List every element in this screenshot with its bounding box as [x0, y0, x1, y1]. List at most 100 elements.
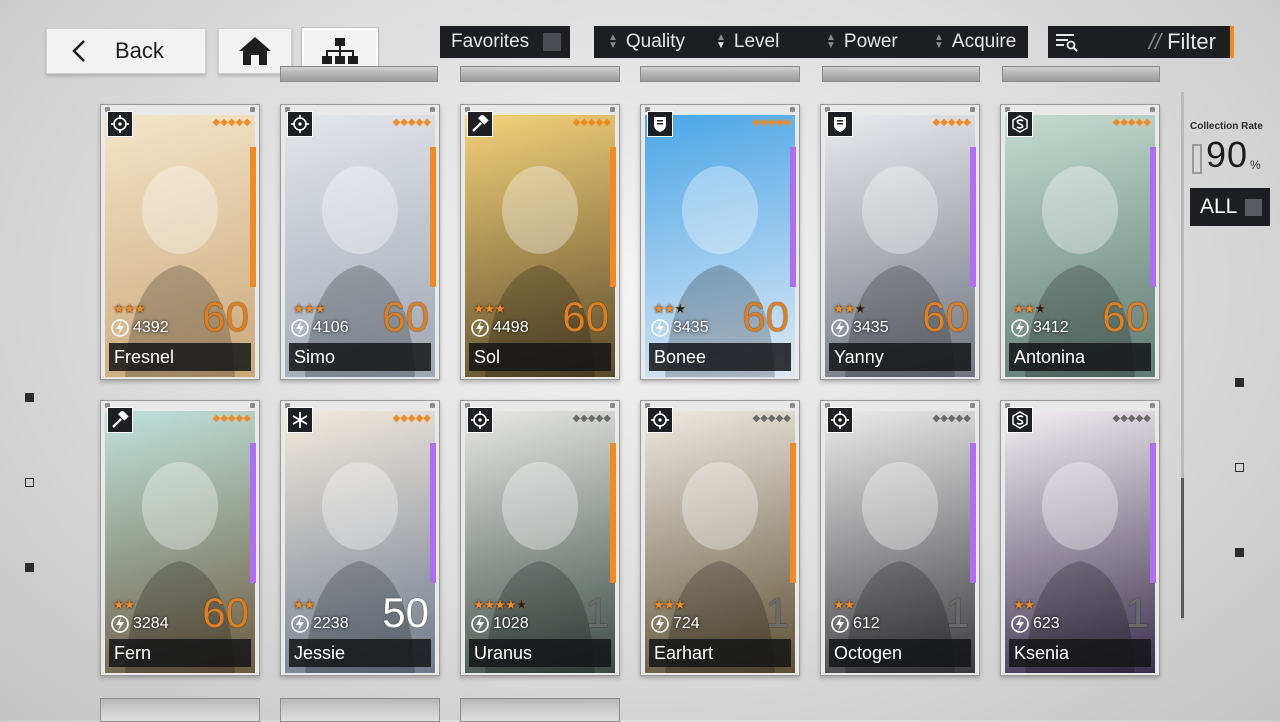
sort-power[interactable]: ▲ ▼ Power [826, 26, 898, 58]
sort-quality-label: Quality [625, 31, 686, 52]
filter-label: //Filter [1149, 29, 1216, 55]
awaken-diamonds-icon: ◆◆◆◆◆ [932, 413, 971, 424]
power-value: 623 [1033, 615, 1060, 632]
level-value: 1 [585, 589, 609, 636]
power-bolt-icon [1011, 615, 1029, 633]
sort-acquire-label: Acquire [951, 31, 1017, 52]
awaken-diamonds-icon: ◆◆◆◆◆ [752, 117, 791, 128]
crosshair-icon [831, 411, 849, 429]
power-bolt-icon [111, 319, 129, 337]
page-indicator [25, 478, 34, 487]
sitemap-icon [322, 38, 358, 64]
level-value: 60 [742, 293, 789, 340]
card-rivet [250, 107, 255, 112]
card-rivet [970, 403, 975, 408]
filter-button[interactable]: //Filter [1048, 26, 1234, 58]
rarity-strip [970, 147, 976, 287]
favorites-label: Favorites [451, 31, 530, 52]
shield-icon [831, 115, 849, 133]
power-value: 724 [673, 615, 700, 632]
sort-level[interactable]: ▲ ▼ Level [716, 26, 779, 58]
class-badge [647, 111, 673, 137]
character-name: Ksenia [1009, 639, 1151, 667]
awaken-diamonds-icon: ◆◆◆◆◆ [212, 117, 251, 128]
star-rating: ★★★ [473, 301, 506, 316]
snowflake-icon [291, 411, 309, 429]
sort-level-label: Level [733, 31, 780, 52]
power-bolt-icon [831, 615, 849, 633]
character-name: Jessie [289, 639, 431, 667]
character-card-ksenia[interactable]: ◆◆◆◆◆ ★★ 623 1 Ksenia [1000, 400, 1160, 676]
rarity-strip [1150, 147, 1156, 287]
character-card-fresnel[interactable]: ◆◆◆◆◆ ★★★ 4392 60 Fresnel [100, 104, 260, 380]
character-card-antonina[interactable]: ◆◆◆◆◆ ★★★ 3412 60 Antonina [1000, 104, 1160, 380]
power-bolt-icon [291, 615, 309, 633]
favorites-toggle[interactable]: Favorites [440, 26, 570, 58]
power-value: 4106 [313, 319, 349, 336]
sort-acquire[interactable]: ▲ ▼ Acquire [934, 26, 1016, 58]
power-display: 3435 [651, 319, 709, 337]
page-indicator [25, 563, 34, 572]
star-rating: ★★★ [113, 301, 146, 316]
card-partial-bottom [460, 698, 620, 722]
star-rating: ★★ [113, 597, 135, 612]
collection-rate: 90 % [1192, 136, 1261, 174]
power-value: 3284 [133, 615, 169, 632]
character-card-earhart[interactable]: ◆◆◆◆◆ ★★★ 724 1 Earhart [640, 400, 800, 676]
awaken-diamonds-icon: ◆◆◆◆◆ [392, 117, 431, 128]
hammer-icon [471, 115, 489, 133]
rarity-strip [430, 147, 436, 287]
rarity-strip [970, 443, 976, 583]
collection-rate-label: Collection Rate [1190, 121, 1263, 132]
crosshair-icon [291, 115, 309, 133]
power-bolt-icon [111, 615, 129, 633]
character-card-sol[interactable]: ◆◆◆◆◆ ★★★ 4498 60 Sol [460, 104, 620, 380]
crosshair-icon [111, 115, 129, 133]
card-partial-top [460, 66, 620, 82]
class-badge [107, 407, 133, 433]
level-value: 1 [765, 589, 789, 636]
card-rivet [1150, 107, 1155, 112]
power-bolt-icon [831, 319, 849, 337]
star-rating: ★★★ [833, 301, 866, 316]
collection-rate-unit: % [1250, 158, 1261, 172]
character-card-fern[interactable]: ◆◆◆◆◆ ★★ 3284 60 Fern [100, 400, 260, 676]
star-rating: ★★ [293, 597, 315, 612]
rarity-strip [790, 147, 796, 287]
card-partial-bottom [280, 698, 440, 722]
collection-rate-value: 90 [1206, 134, 1249, 175]
collection-rate-placeholder-digit [1192, 144, 1202, 174]
scrollbar[interactable] [1181, 92, 1184, 620]
level-value: 50 [382, 589, 429, 636]
character-card-bonee[interactable]: ◆◆◆◆◆ ★★★ 3435 60 Bonee [640, 104, 800, 380]
all-checkbox[interactable] [1245, 199, 1262, 216]
card-rivet [250, 403, 255, 408]
level-value: 60 [382, 293, 429, 340]
character-name: Uranus [469, 639, 611, 667]
favorites-checkbox[interactable] [543, 33, 561, 51]
shield-icon [651, 115, 669, 133]
star-rating: ★★★ [293, 301, 326, 316]
character-card-jessie[interactable]: ◆◆◆◆◆ ★★ 2238 50 Jessie [280, 400, 440, 676]
sort-quality[interactable]: ▲ ▼ Quality [608, 26, 685, 58]
level-value: 60 [202, 589, 249, 636]
rarity-strip [430, 443, 436, 583]
chevron-left-icon [72, 40, 85, 62]
card-partial-bottom [100, 698, 260, 722]
card-rivet [790, 403, 795, 408]
character-card-uranus[interactable]: ◆◆◆◆◆ ★★★★★ 1028 1 Uranus [460, 400, 620, 676]
power-value: 4392 [133, 319, 169, 336]
character-card-yanny[interactable]: ◆◆◆◆◆ ★★★ 3435 60 Yanny [820, 104, 980, 380]
power-display: 4498 [471, 319, 529, 337]
character-card-simo[interactable]: ◆◆◆◆◆ ★★★ 4106 60 Simo [280, 104, 440, 380]
card-partial-top [640, 66, 800, 82]
sort-power-label: Power [843, 31, 898, 52]
back-button[interactable]: Back [46, 28, 206, 74]
all-toggle[interactable]: ALL [1190, 188, 1270, 226]
scrollbar-thumb[interactable] [1181, 478, 1184, 618]
power-value: 2238 [313, 615, 349, 632]
character-name: Earhart [649, 639, 791, 667]
class-badge [467, 407, 493, 433]
class-badge [647, 407, 673, 433]
character-card-octogen[interactable]: ◆◆◆◆◆ ★★ 612 1 Octogen [820, 400, 980, 676]
